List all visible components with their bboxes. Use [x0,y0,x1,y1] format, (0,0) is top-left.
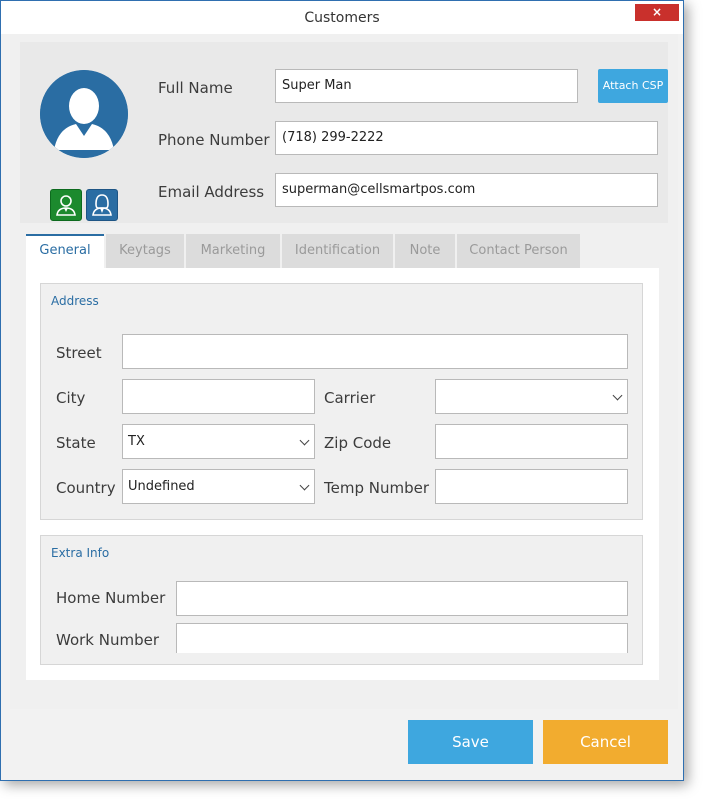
male-icon[interactable] [50,189,82,221]
extra-info-group-title: Extra Info [51,546,110,560]
full-name-input[interactable]: Super Man [275,69,578,103]
street-label: Street [56,344,102,362]
dialog-content: Full Name Super Man Attach CSP Phone Num… [10,34,678,709]
window-title: Customers [304,10,380,26]
country-value: Undefined [128,479,195,494]
zip-code-label: Zip Code [324,434,392,452]
state-label: State [56,434,96,452]
work-number-input[interactable] [176,623,628,653]
chevron-down-icon [612,390,623,401]
email-address-input[interactable]: superman@cellsmartpos.com [275,173,658,207]
tab-note[interactable]: Note [395,234,455,268]
chevron-down-icon [299,435,310,446]
carrier-select[interactable] [435,379,628,414]
phone-number-input[interactable]: (718) 299-2222 [275,121,658,155]
chevron-down-icon [299,480,310,491]
street-input[interactable] [122,334,628,369]
state-select[interactable]: TX [122,424,315,459]
zip-code-input[interactable] [435,424,628,459]
home-number-input[interactable] [176,581,628,616]
email-address-label: Email Address [158,183,265,201]
customers-window: Customers × Full Name Super Man Attach C… [0,0,684,781]
tab-keytags[interactable]: Keytags [106,234,184,268]
extra-info-group: Extra Info Home Number Work Number [40,535,643,665]
general-tab-panel: Address Street City Carrier State TX Zip… [26,268,659,680]
tab-contact-person[interactable]: Contact Person [457,234,580,268]
attach-csp-button[interactable]: Attach CSP [598,69,668,103]
work-number-label: Work Number [56,631,160,649]
address-group-title: Address [51,294,99,308]
save-button[interactable]: Save [408,720,533,764]
avatar-icon[interactable] [40,70,128,158]
city-label: City [56,389,86,407]
full-name-label: Full Name [158,79,233,97]
state-value: TX [128,434,145,449]
city-input[interactable] [122,379,315,414]
close-button[interactable]: × [635,4,679,21]
carrier-label: Carrier [324,389,376,407]
tab-marketing[interactable]: Marketing [186,234,280,268]
customer-header-panel: Full Name Super Man Attach CSP Phone Num… [20,42,668,223]
home-number-label: Home Number [56,589,166,607]
title-bar: Customers × [1,1,683,34]
female-icon[interactable] [86,189,118,221]
address-group: Address Street City Carrier State TX Zip… [40,283,643,520]
country-select[interactable]: Undefined [122,469,315,504]
cancel-button[interactable]: Cancel [543,720,668,764]
country-label: Country [56,479,116,497]
temp-number-label: Temp Number [324,479,429,497]
temp-number-input[interactable] [435,469,628,504]
phone-number-label: Phone Number [158,131,270,149]
tab-general[interactable]: General [26,234,104,268]
tab-identification[interactable]: Identification [282,234,393,268]
